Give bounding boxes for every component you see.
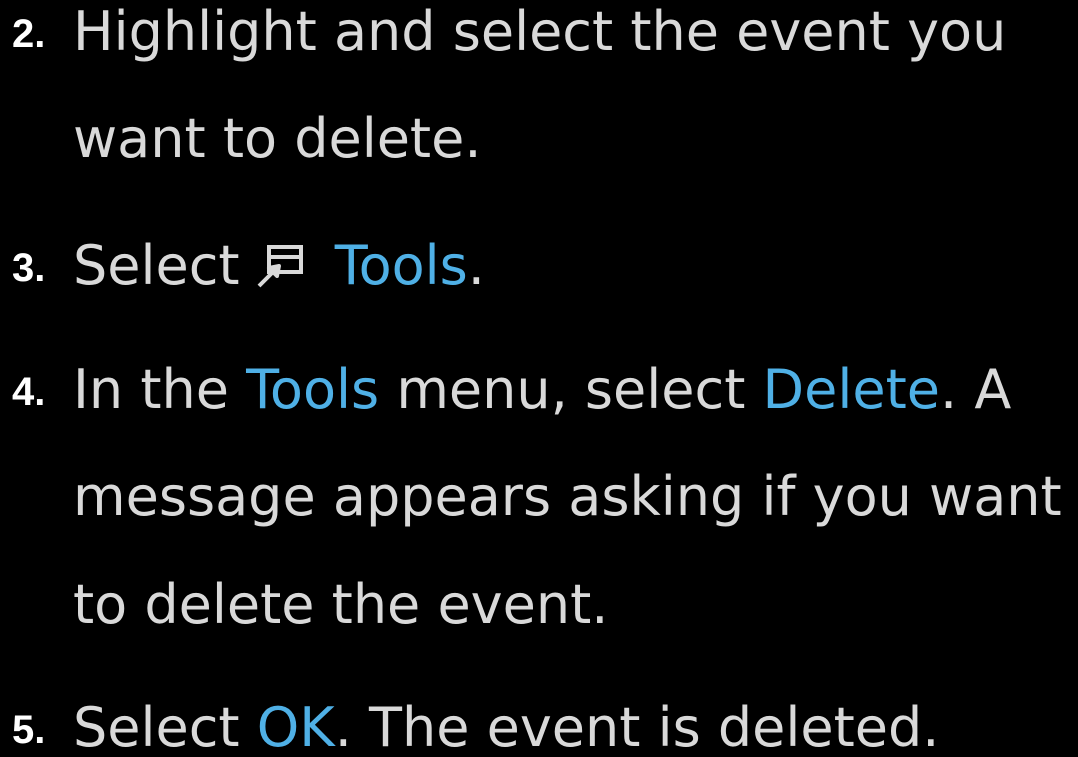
step-text-line: Highlight and select the event you (73, 0, 1007, 63)
step-text-line: Select Tools. (73, 239, 485, 293)
step-text-line: to delete the event. (73, 573, 609, 636)
step-number: 4. (12, 370, 46, 414)
in-the-text: In the (73, 358, 229, 421)
step-text-line: message appears asking if you want (73, 465, 1062, 528)
step-text-line: In the Tools menu, select Delete. A (73, 363, 1011, 417)
step-text-line: Select OK. The event is deleted. (73, 701, 939, 755)
step-number: 3. (12, 246, 46, 290)
ok-link: OK (256, 696, 335, 757)
tools-icon (257, 245, 303, 288)
step-number: 2. (12, 12, 46, 56)
after-text: . The event is deleted. (334, 696, 940, 757)
step-text-line: want to delete. (73, 107, 482, 170)
step-number: 5. (12, 708, 46, 752)
select-text: Select (73, 234, 240, 297)
select-text: Select (73, 696, 240, 757)
period: . (467, 234, 485, 297)
delete-link: Delete (762, 358, 940, 421)
tools-link: Tools (334, 234, 468, 297)
menu-select-text: menu, select (396, 358, 746, 421)
tools-link: Tools (246, 358, 380, 421)
after-text: . A (939, 358, 1012, 421)
